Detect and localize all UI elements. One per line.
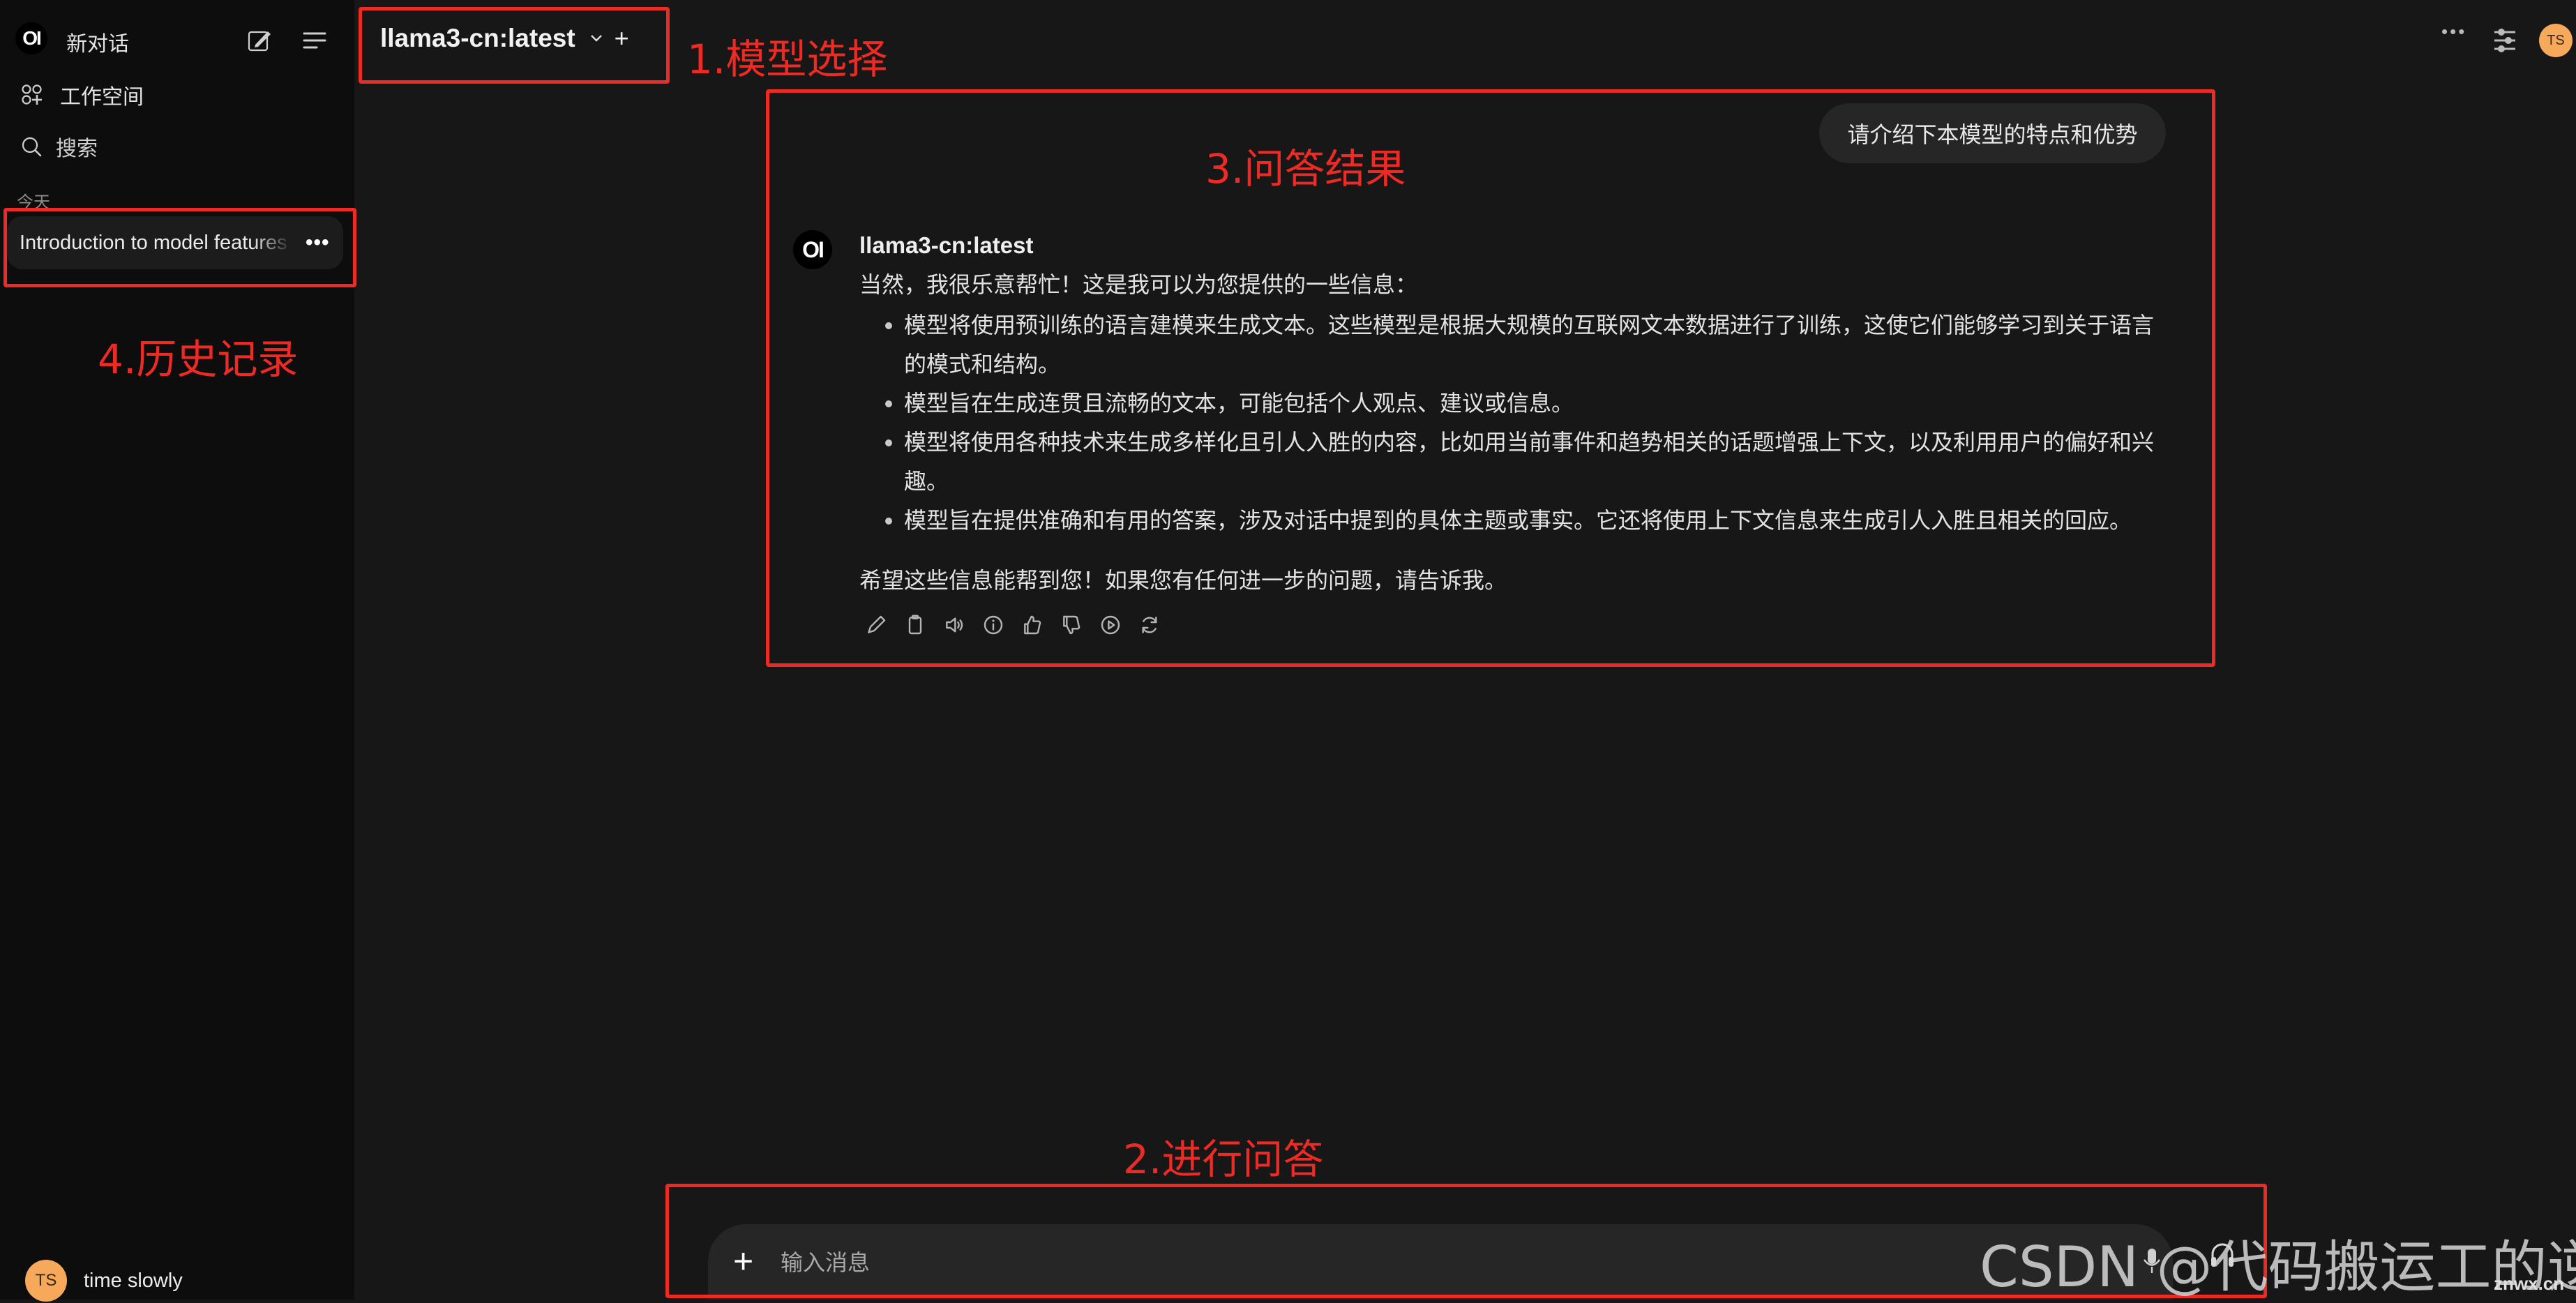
annotation-label-input: 2.进行问答 xyxy=(1123,1136,1324,1183)
bullet-item: 模型旨在提供准确和有用的答案，涉及对话中提到的具体主题或事实。它还将使用上下文信… xyxy=(904,501,2171,540)
thumbs-up-icon[interactable] xyxy=(1021,614,1044,636)
watermark-site: znwx.cn xyxy=(2494,1273,2565,1294)
model-name: llama3-cn:latest xyxy=(380,24,575,52)
header-more-button[interactable]: ••• xyxy=(2441,21,2466,43)
add-model-button[interactable]: + xyxy=(615,24,629,53)
assistant-logo: OI xyxy=(793,230,832,269)
message-input[interactable] xyxy=(779,1242,2107,1283)
sidebar-item-workspace[interactable]: 工作空间 xyxy=(21,80,144,110)
new-chat-button[interactable]: 新对话 xyxy=(66,27,129,57)
search-icon xyxy=(22,137,42,157)
workspace-icon xyxy=(22,84,42,105)
assistant-closing: 希望这些信息能帮到您！如果您有任何进一步的问题，请告诉我。 xyxy=(859,567,1507,594)
annotation-label-model-select: 1.模型选择 xyxy=(687,36,888,83)
thumbs-down-icon[interactable] xyxy=(1060,614,1083,636)
new-chat-label: 新对话 xyxy=(66,33,129,56)
history-item-title: Introduction to model features xyxy=(20,231,287,254)
section-today: 今天 xyxy=(17,193,50,212)
more-options-icon[interactable]: ••• xyxy=(306,231,330,255)
more-icon: ••• xyxy=(2441,21,2467,42)
edit-pencil-icon[interactable] xyxy=(865,614,887,636)
info-icon[interactable] xyxy=(982,614,1004,636)
bullet-item: 模型将使用各种技术来生成多样化且引人入胜的内容，比如用当前事件和趋势相关的话题增… xyxy=(904,423,2171,501)
edit-icon[interactable] xyxy=(247,28,272,53)
header-avatar[interactable]: TS xyxy=(2539,24,2573,57)
user-message: 请介绍下本模型的特点和优势 xyxy=(1819,103,2166,163)
copy-icon[interactable] xyxy=(904,614,926,636)
sidebar-item-search[interactable]: 搜索 xyxy=(21,131,98,162)
watermark: CSDN @代码搬运工的逆袭 xyxy=(1980,1235,2576,1300)
assistant-message: 当然，我很乐意帮忙！这是我可以为您提供的一些信息： 模型将使用预训练的语言建模来… xyxy=(859,265,2171,600)
assistant-bullets: 模型将使用预训练的语言建模来生成文本。这些模型是根据大规模的互联网文本数据进行了… xyxy=(859,306,2171,540)
chevron-down-icon[interactable] xyxy=(589,33,603,43)
assistant-intro: 当然，我很乐意帮忙！这是我可以为您提供的一些信息： xyxy=(859,271,1418,298)
menu-icon[interactable] xyxy=(303,31,326,50)
sidebar: OI 新对话 工作空间 搜索 今天 Introduction to model … xyxy=(0,0,354,1302)
play-icon[interactable] xyxy=(1099,614,1122,636)
regenerate-icon[interactable] xyxy=(1138,614,1161,636)
user-name: time slowly xyxy=(84,1269,183,1292)
history-item[interactable]: Introduction to model features ••• xyxy=(7,216,343,269)
model-selector[interactable]: llama3-cn:latest + xyxy=(380,24,629,53)
search-label: 搜索 xyxy=(56,137,98,160)
controls-icon[interactable] xyxy=(2493,28,2517,53)
message-actions xyxy=(865,614,1161,636)
attach-button[interactable]: + xyxy=(733,1244,753,1279)
annotation-label-answer: 3.问答结果 xyxy=(1205,145,1406,193)
workspace-label: 工作空间 xyxy=(60,86,144,109)
bullet-item: 模型旨在生成连贯且流畅的文本，可能包括个人观点、建议或信息。 xyxy=(904,384,2171,423)
annotation-label-history: 4.历史记录 xyxy=(98,336,299,383)
brand-logo[interactable]: OI xyxy=(15,22,47,54)
user-profile[interactable]: TS time slowly xyxy=(25,1260,183,1302)
assistant-model-name: llama3-cn:latest xyxy=(859,232,1034,258)
message-composer: + xyxy=(708,1224,2173,1300)
speaker-icon[interactable] xyxy=(943,614,965,636)
user-avatar: TS xyxy=(25,1260,67,1302)
bullet-item: 模型将使用预训练的语言建模来生成文本。这些模型是根据大规模的互联网文本数据进行了… xyxy=(904,306,2171,384)
